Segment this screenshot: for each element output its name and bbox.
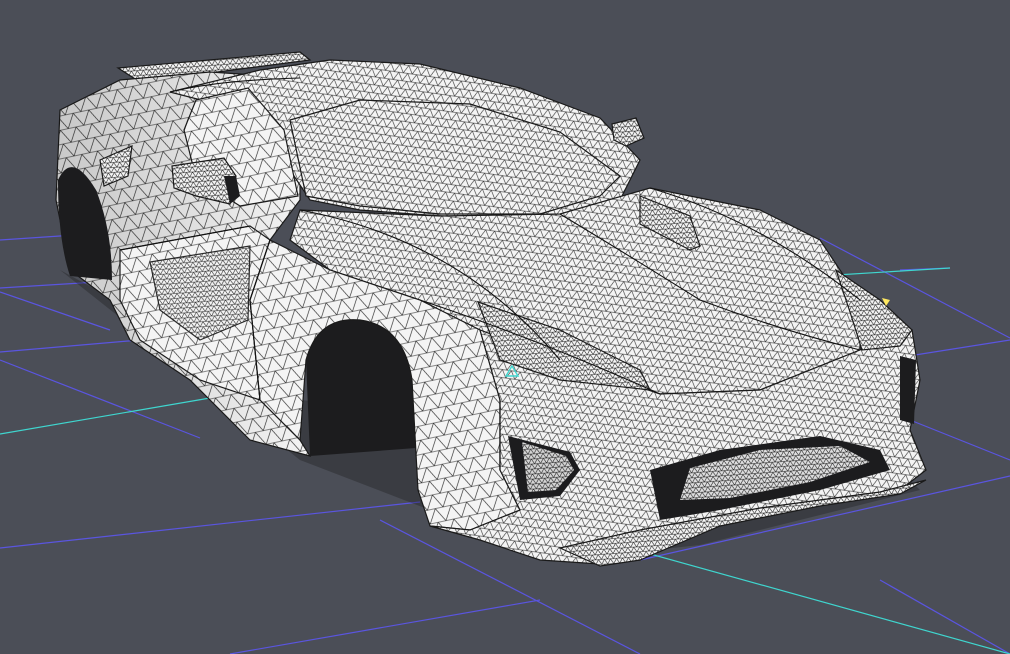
- 3d-viewport[interactable]: [0, 0, 1010, 654]
- front-intake-right: [900, 356, 916, 424]
- viewport-canvas[interactable]: [0, 0, 1010, 654]
- right-side-mirror[interactable]: [611, 117, 645, 147]
- car-mesh-model[interactable]: [55, 51, 927, 567]
